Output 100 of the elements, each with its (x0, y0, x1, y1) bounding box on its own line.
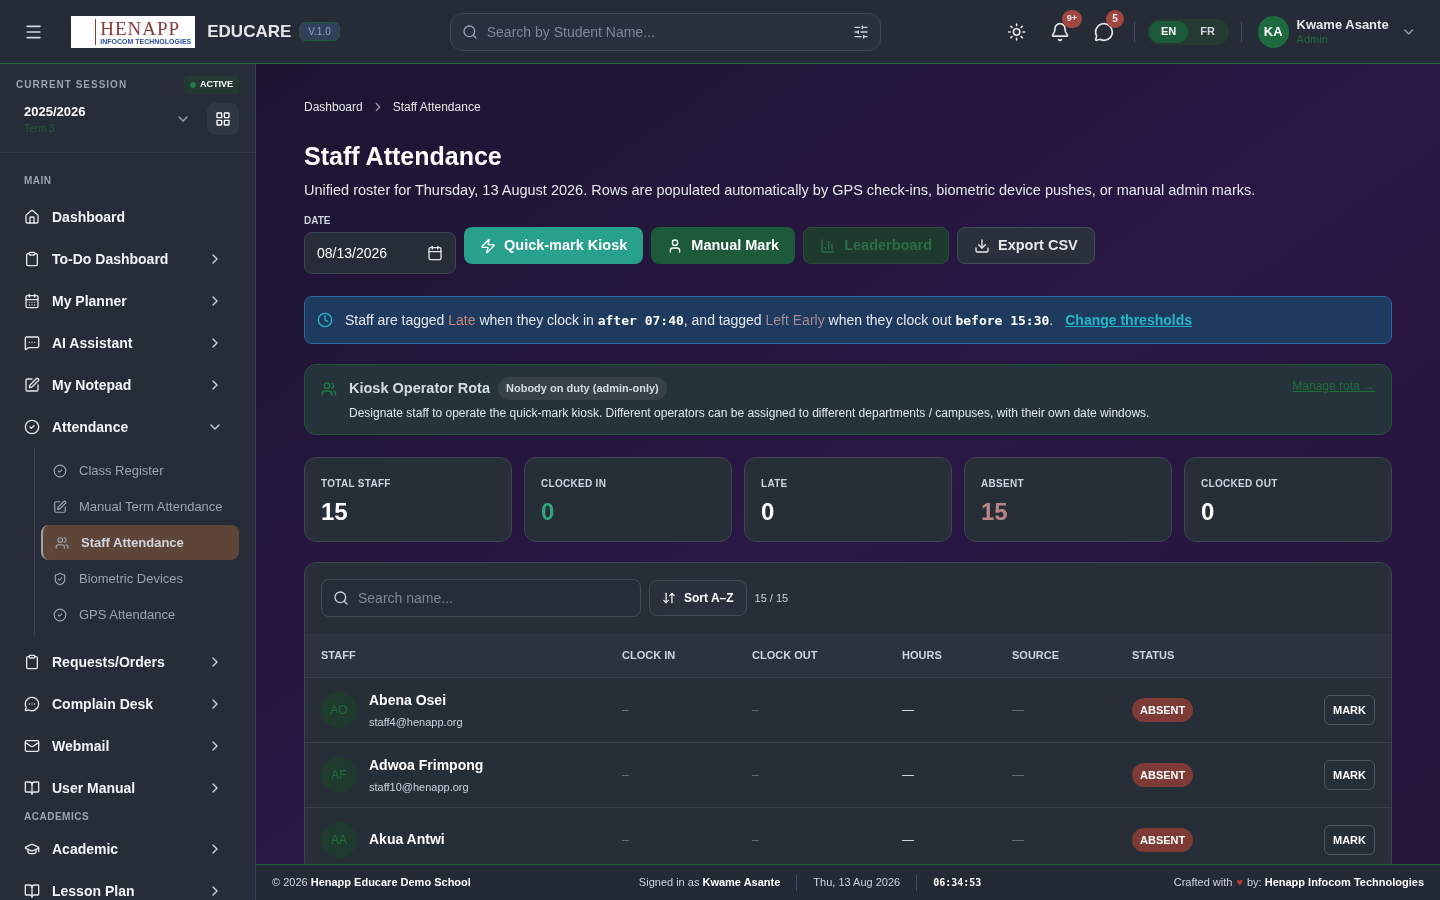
sidebar-subitem[interactable]: GPS Attendance (41, 597, 239, 632)
sidebar-item[interactable]: Requests/Orders (16, 641, 239, 683)
table-cell-text: – (752, 701, 759, 719)
active-badge: ACTIVE (184, 76, 239, 94)
sidebar-item[interactable]: Complain Desk (16, 683, 239, 725)
search-icon (333, 589, 349, 606)
stat-label: CLOCKED IN (541, 476, 608, 491)
action-button[interactable]: Export CSV (957, 227, 1095, 265)
sidebar-item[interactable]: My Planner (16, 280, 239, 322)
rota-status-badge: Nobody on duty (admin-only) (498, 377, 667, 400)
stat-label: TOTAL STAFF (321, 476, 392, 491)
sidebar-item[interactable]: Lesson Plan (16, 870, 239, 900)
sidebar-subitem[interactable]: Manual Term Attendance (41, 489, 239, 524)
staff-name: Adwoa Frimpong (369, 755, 484, 775)
mark-button[interactable]: MARK (1324, 694, 1375, 725)
table-cell-text: – (622, 701, 629, 719)
sidebar-icon (24, 883, 40, 899)
calendar-icon (427, 245, 443, 262)
stat-value: 15 (321, 496, 349, 527)
submenu-icon (55, 535, 69, 550)
mark-button[interactable]: MARK (1324, 824, 1375, 855)
sidebar-subitem[interactable]: Staff Attendance (41, 525, 239, 560)
sidebar-icon (24, 293, 40, 309)
table-cell-text: — (902, 766, 914, 784)
sidebar-icon (24, 841, 40, 857)
section-title: ACADEMICS (23, 810, 91, 824)
sidebar-item[interactable]: To-Do Dashboard (16, 238, 239, 280)
user-name: Kwame Asante (1296, 16, 1389, 33)
sidebar-item[interactable]: AI Assistant (16, 322, 239, 364)
column-header: STATUS (1132, 647, 1176, 663)
staff-name: Akua Antwi (369, 830, 445, 850)
table-cell-text: — (1012, 831, 1024, 849)
crafted-text: Crafted with (1173, 875, 1233, 891)
sidebar-item[interactable]: Dashboard (16, 196, 239, 238)
sidebar-item[interactable]: Webmail (16, 725, 239, 767)
mark-button[interactable]: MARK (1324, 759, 1375, 790)
column-header: HOURS (902, 647, 943, 663)
chat-icon[interactable] (1093, 21, 1114, 42)
message-badge: 5 (1105, 9, 1124, 28)
submenu-icon (53, 571, 67, 586)
sidebar-item[interactable]: Attendance (16, 406, 239, 448)
language-option[interactable]: FR (1188, 20, 1227, 43)
sidebar-icon (24, 209, 40, 225)
action-button[interactable]: Manual Mark (651, 227, 796, 265)
status-badge: ABSENT (1132, 762, 1194, 787)
date-field[interactable]: 08/13/2026 (304, 232, 456, 275)
grid-button[interactable] (207, 102, 239, 135)
button-icon (820, 237, 837, 254)
notification-badge: 9+ (1061, 9, 1082, 28)
sidebar-item[interactable]: User Manual (16, 767, 239, 809)
name-search-field[interactable]: Search name... (321, 578, 641, 617)
grid-icon (215, 110, 231, 127)
theme-icon[interactable] (1006, 21, 1026, 42)
search-field[interactable]: Search by Student Name... (449, 12, 881, 51)
sidebar-icon (24, 377, 40, 393)
submenu-icon (53, 499, 67, 514)
breadcrumb-link[interactable]: Dashboard (304, 98, 363, 116)
status-badge: ABSENT (1132, 827, 1194, 852)
table-cell-text: – (752, 831, 759, 849)
table-cell-text: – (622, 831, 629, 849)
sidebar-item[interactable]: My Notepad (16, 364, 239, 406)
table-cell-text: – (622, 766, 629, 784)
session-label: CURRENT SESSION (16, 78, 128, 93)
footer-date: Thu, 13 Aug 2026 (813, 875, 901, 891)
page-title: Staff Attendance (304, 141, 503, 172)
footer-time: 06:34:53 (933, 876, 982, 890)
stat-label: LATE (761, 476, 789, 491)
submenu-icon (53, 607, 67, 622)
stat-value: 0 (541, 496, 556, 527)
staff-email: staff10@henapp.org (369, 779, 470, 795)
language-option[interactable]: EN (1148, 20, 1189, 43)
version-badge: V.1.0 (299, 22, 340, 41)
app-name: EDUCARE (207, 20, 292, 43)
bell-icon[interactable] (1049, 21, 1070, 42)
table-cell-text: — (902, 831, 914, 849)
sidebar-item[interactable]: Academic (16, 828, 239, 870)
sidebar-icon (24, 738, 40, 754)
staff-name: Abena Osei (369, 690, 448, 710)
session-year: 2025/2026 (24, 102, 87, 121)
stat-label: CLOCKED OUT (1201, 476, 1279, 491)
button-icon (480, 237, 496, 254)
notice-text: Staff are tagged Late when they clock in after 07:40, and tagged Left Early when they clock out before 15:30. (345, 310, 1054, 330)
sidebar-icon (24, 419, 40, 435)
stat-label: ABSENT (981, 476, 1025, 491)
signed-in-text: Signed in as Kwame Asante (638, 875, 781, 891)
sort-icon (662, 590, 676, 605)
table-cell-text: — (902, 701, 914, 719)
thresholds-link[interactable]: Change thresholds (1065, 309, 1193, 331)
column-header: CLOCK IN (622, 647, 677, 663)
status-badge: ABSENT (1132, 697, 1194, 722)
filter-icon[interactable] (852, 23, 869, 40)
sidebar-subitem[interactable]: Biometric Devices (41, 561, 239, 596)
heart-icon: ♥ (1236, 874, 1243, 891)
sort-button[interactable]: Sort A–Z (649, 579, 747, 616)
user-role: Admin (1296, 32, 1329, 47)
copyright-text: © 2026 Henapp Educare Demo School (272, 875, 471, 891)
user-avatar[interactable]: KA (1257, 15, 1289, 48)
sidebar-subitem[interactable]: Class Register (41, 453, 239, 488)
clock-icon (317, 312, 333, 329)
submenu-icon (53, 463, 67, 478)
